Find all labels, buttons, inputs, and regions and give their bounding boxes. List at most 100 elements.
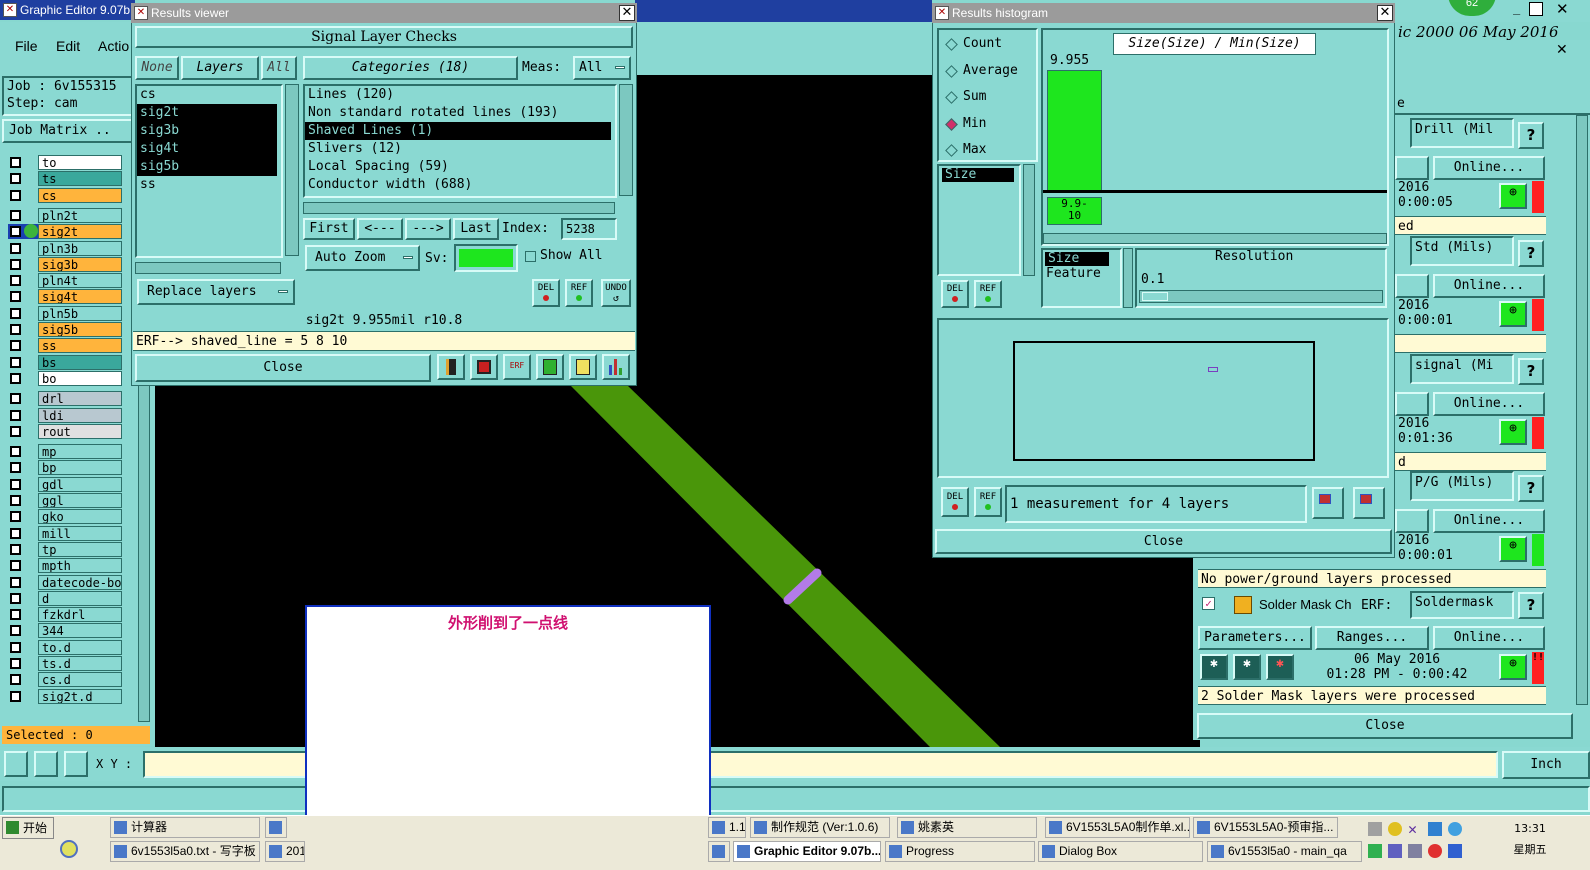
tray-icon-7[interactable] [1388,844,1402,858]
categories-scrollbar[interactable] [619,84,633,196]
layer-row[interactable]: pln5b [8,305,122,321]
layer-checkbox[interactable] [10,372,21,384]
layer-checkbox[interactable] [10,209,21,221]
categories-hscroll[interactable] [303,202,615,214]
solder-run-icon-2[interactable]: ✱ [1233,654,1261,680]
menu-actions[interactable]: Actio [98,38,129,54]
layer-checkbox[interactable] [10,340,21,352]
units-button[interactable]: Inch [1502,751,1590,779]
tray-icon-4[interactable] [1428,822,1442,836]
resolution-slider[interactable] [1139,290,1383,303]
taskbar-button[interactable]: 6V1553L5A0-预审指... [1193,817,1338,838]
rv-layer-item[interactable]: sig4t [137,140,277,158]
layer-row[interactable]: sig3b [8,256,122,272]
layer-name[interactable]: tp [38,541,122,557]
panel-close-x[interactable]: ✕ [1556,42,1568,58]
layer-name[interactable]: mill [38,525,122,541]
category-item[interactable]: Conductor width (688) [305,176,611,194]
layer-name[interactable]: ss [38,338,122,354]
tray-icon-5[interactable] [1448,822,1462,836]
job-matrix-button[interactable]: Job Matrix .. [2,119,134,143]
layer-name[interactable]: gko [38,509,122,525]
analysis-online-button[interactable]: Online... [1433,509,1545,533]
categories-listbox[interactable]: Lines (120) Non standard rotated lines (1… [303,84,617,198]
rv-tool-icon-1[interactable] [437,354,465,380]
solder-run-icon-3[interactable]: ✱ [1266,654,1294,680]
layer-checkbox[interactable] [10,324,21,335]
sort-listbox[interactable]: Size Feature [1041,248,1122,308]
analysis-erf-field[interactable]: Drill (Mil [1410,118,1514,148]
analysis-close-button[interactable]: Close [1197,713,1573,739]
layer-listbox-scrollbar[interactable] [285,84,299,256]
taskbar-button[interactable]: 6v1553l5a0.txt - 写字板 [110,841,260,862]
layer-checkbox[interactable] [10,690,21,702]
analysis-erf-field[interactable]: Std (Mils) [1410,236,1514,266]
sv-color-dropdown[interactable] [454,244,518,272]
tray-icon-8[interactable] [1408,844,1422,858]
measure-listbox[interactable]: Size [937,164,1021,276]
category-item[interactable]: Non standard rotated lines (193) [305,104,611,122]
tray-icon-9[interactable] [1428,844,1442,858]
taskbar-button[interactable]: Progress [885,841,1035,862]
layer-row[interactable]: gdl [8,476,122,492]
tray-icon-3[interactable]: ✕ [1408,820,1417,838]
taskbar-button[interactable]: 6V1553L5A0制作单.xl... [1045,817,1190,838]
layer-checkbox[interactable] [10,275,21,287]
layer-name[interactable]: bs [38,354,122,370]
layer-name[interactable]: bp [38,460,122,476]
snap-icon-2[interactable] [34,751,58,777]
first-button[interactable]: First [303,218,355,240]
layer-row[interactable]: mp [8,444,122,460]
layer-checkbox[interactable] [10,173,21,185]
none-button[interactable]: None [135,56,179,80]
taskbar-button[interactable]: 1.1... [708,817,746,838]
layer-name[interactable]: ggl [38,493,122,508]
radio-checked-icon[interactable] [945,117,958,131]
layer-checkbox[interactable] [10,609,21,621]
layer-name[interactable]: to [38,155,122,170]
layer-row[interactable]: sig2t.d [8,688,122,704]
layer-row[interactable]: mill [8,525,122,541]
next-button[interactable]: ---> [405,218,451,240]
layer-row[interactable]: gko [8,509,122,525]
analysis-erf-field[interactable]: P/G (Mils) [1410,471,1514,501]
rv-report-icon[interactable] [569,354,597,380]
layer-row[interactable]: 344 [8,623,122,639]
stat-option[interactable]: Average [945,62,1035,82]
layer-name[interactable]: cs.d [38,672,122,688]
analysis-ranges-stub[interactable] [1395,509,1429,533]
main-window-titlebar[interactable]: ✕ Graphic Editor 9.07b [0,0,135,20]
solder-zoom-icon[interactable]: ⊕ [1499,654,1527,680]
rv-close-button[interactable]: Close [135,354,431,382]
layer-checkbox[interactable] [10,576,21,588]
solder-action-icon[interactable] [1234,596,1252,614]
analysis-online-button[interactable]: Online... [1433,392,1545,416]
quicklaunch-icon[interactable] [60,840,78,858]
solder-checkbox[interactable]: ✓ [1202,597,1215,610]
layer-row[interactable]: bo [8,370,122,386]
menu-edit[interactable]: Edit [56,38,80,54]
layer-name[interactable]: bo [38,370,122,386]
layer-name[interactable]: mp [38,444,122,460]
layer-checkbox[interactable] [10,409,21,421]
layers-button[interactable]: Layers [181,56,259,80]
rv-tool-icon-2[interactable] [470,354,498,380]
prev-button[interactable]: <--- [357,218,403,240]
last-button[interactable]: Last [453,218,499,240]
layer-name[interactable]: d [38,590,122,606]
layer-row[interactable]: rout [8,423,122,439]
hist-del-button[interactable]: DEL [941,280,969,308]
layer-checkbox[interactable] [10,560,21,572]
layer-checkbox[interactable] [10,641,21,653]
window-min-button[interactable]: _ [1513,2,1527,16]
layer-checkbox[interactable] [10,511,21,523]
layer-checkbox[interactable] [10,291,21,303]
taskbar-button[interactable]: Graphic Editor 9.07b... [733,841,881,862]
radio-icon[interactable] [945,38,958,51]
layer-checkbox[interactable] [10,495,21,506]
layer-row[interactable]: pln4t [8,273,122,289]
window-close-button[interactable]: ✕ [1556,0,1572,18]
histogram-bar[interactable] [1047,70,1102,191]
layer-row[interactable]: sig5b [8,322,122,337]
category-item[interactable]: Lines (120) [305,86,611,104]
